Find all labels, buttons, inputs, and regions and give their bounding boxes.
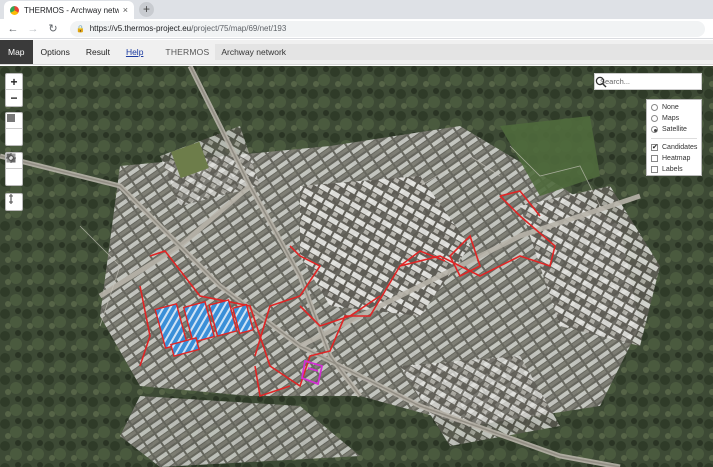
browser-favicon-icon bbox=[10, 5, 19, 15]
overlay-label: Labels bbox=[662, 166, 683, 173]
overlay-label: Heatmap bbox=[662, 155, 691, 162]
ruler-icon bbox=[9, 194, 13, 204]
draw-tools bbox=[5, 112, 23, 146]
radio-satellite[interactable] bbox=[651, 126, 658, 133]
basemap-option-maps[interactable]: Maps bbox=[651, 113, 697, 124]
nav-help-link[interactable]: Help bbox=[118, 40, 151, 64]
basemap-label: Maps bbox=[662, 115, 680, 122]
browser-tab-strip: THERMOS - Archway network × + bbox=[0, 0, 713, 19]
radio-none[interactable] bbox=[651, 104, 658, 111]
app-brand: THERMOS bbox=[165, 47, 210, 57]
browser-tab[interactable]: THERMOS - Archway network × bbox=[4, 1, 134, 19]
checkbox-labels[interactable] bbox=[651, 166, 658, 173]
basemap-option-none[interactable]: None bbox=[651, 102, 697, 113]
address-bar[interactable]: 🔒 https://v5.thermos-project.eu/project/… bbox=[70, 20, 705, 37]
map-search-input[interactable]: Search... bbox=[594, 73, 702, 90]
view-tools bbox=[5, 152, 23, 186]
tab-title: THERMOS - Archway network bbox=[24, 5, 119, 15]
nav-options[interactable]: Options bbox=[33, 40, 78, 64]
measure-button[interactable] bbox=[6, 194, 22, 210]
back-button[interactable]: ← bbox=[6, 22, 20, 36]
overlay-label: Candidates bbox=[662, 144, 698, 151]
nav-result[interactable]: Result bbox=[78, 40, 118, 64]
layer-divider bbox=[651, 135, 697, 139]
reload-button[interactable]: ↻ bbox=[46, 22, 60, 36]
basemap-label: Satellite bbox=[662, 126, 687, 133]
new-tab-button[interactable]: + bbox=[139, 2, 154, 17]
map-view[interactable]: + − Search... None Maps Satellite ✔ Cand… bbox=[0, 66, 713, 467]
satellite-imagery bbox=[0, 66, 713, 467]
draw-rectangle-button[interactable] bbox=[6, 114, 22, 145]
app-nav-bar: Map Options Result Help THERMOS Archway … bbox=[0, 40, 713, 65]
lock-icon: 🔒 bbox=[76, 25, 85, 33]
overlay-option-labels[interactable]: Labels bbox=[651, 164, 697, 175]
forward-button[interactable]: → bbox=[26, 22, 40, 36]
overlay-option-heatmap[interactable]: Heatmap bbox=[651, 153, 697, 164]
checkbox-candidates[interactable]: ✔ bbox=[651, 144, 658, 151]
basemap-label: None bbox=[662, 104, 679, 111]
basemap-option-satellite[interactable]: Satellite bbox=[651, 124, 697, 135]
crosshair-icon bbox=[6, 153, 16, 163]
zoom-in-button[interactable]: + bbox=[6, 74, 22, 90]
layer-control-panel: None Maps Satellite ✔ Candidates Heatmap … bbox=[646, 99, 702, 176]
rectangle-icon bbox=[7, 114, 15, 122]
url-host: https://v5.thermos-project.eu bbox=[89, 24, 192, 33]
locate-button[interactable] bbox=[6, 153, 22, 185]
zoom-controls: + − bbox=[5, 73, 23, 107]
overlay-option-candidates[interactable]: ✔ Candidates bbox=[651, 142, 697, 153]
tab-close-icon[interactable]: × bbox=[123, 5, 128, 15]
checkbox-heatmap[interactable] bbox=[651, 155, 658, 162]
search-icon[interactable] bbox=[595, 76, 607, 88]
network-name-field[interactable]: Archway network bbox=[215, 44, 713, 60]
radio-maps[interactable] bbox=[651, 115, 658, 122]
measure-tool bbox=[5, 193, 23, 211]
browser-toolbar: ← → ↻ 🔒 https://v5.thermos-project.eu/pr… bbox=[0, 19, 713, 39]
url-path: /project/75/map/69/net/193 bbox=[191, 24, 287, 33]
zoom-out-button[interactable]: − bbox=[6, 90, 22, 106]
nav-map[interactable]: Map bbox=[0, 40, 33, 64]
